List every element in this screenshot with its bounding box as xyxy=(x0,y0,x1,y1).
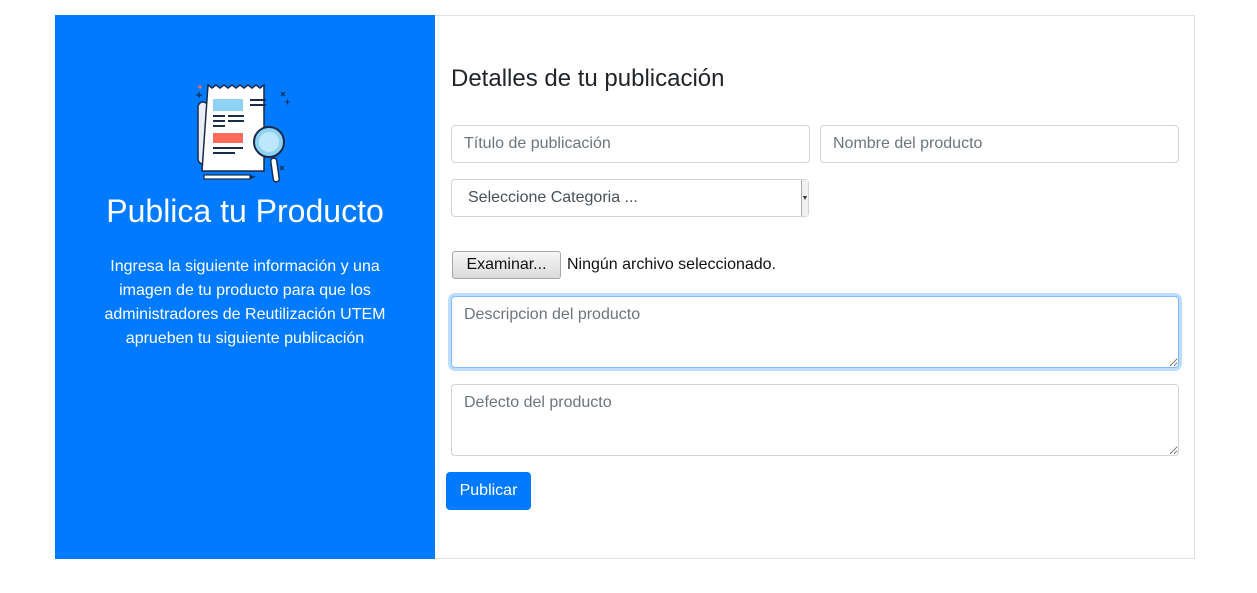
form-heading: Detalles de tu publicación xyxy=(451,65,725,92)
category-select[interactable]: Seleccione Categoria ... xyxy=(451,179,809,217)
chevron-down-icon xyxy=(801,180,808,216)
title-input[interactable] xyxy=(451,125,810,163)
defect-textarea[interactable] xyxy=(451,384,1179,456)
description-textarea[interactable] xyxy=(451,296,1179,368)
browse-file-button[interactable]: Examinar... xyxy=(452,251,561,279)
publish-button[interactable]: Publicar xyxy=(446,472,531,510)
info-panel: Publica tu Producto Ingresa la siguiente… xyxy=(55,15,435,559)
file-status-text: Ningún archivo seleccionado. xyxy=(567,256,777,273)
panel-title: Publica tu Producto xyxy=(106,193,384,229)
panel-description: Ingresa la siguiente información y una i… xyxy=(104,258,386,347)
category-select-value: Seleccione Categoria ... xyxy=(468,189,638,206)
newspaper-magnifier-icon xyxy=(196,83,290,183)
product-name-input[interactable] xyxy=(820,125,1179,163)
